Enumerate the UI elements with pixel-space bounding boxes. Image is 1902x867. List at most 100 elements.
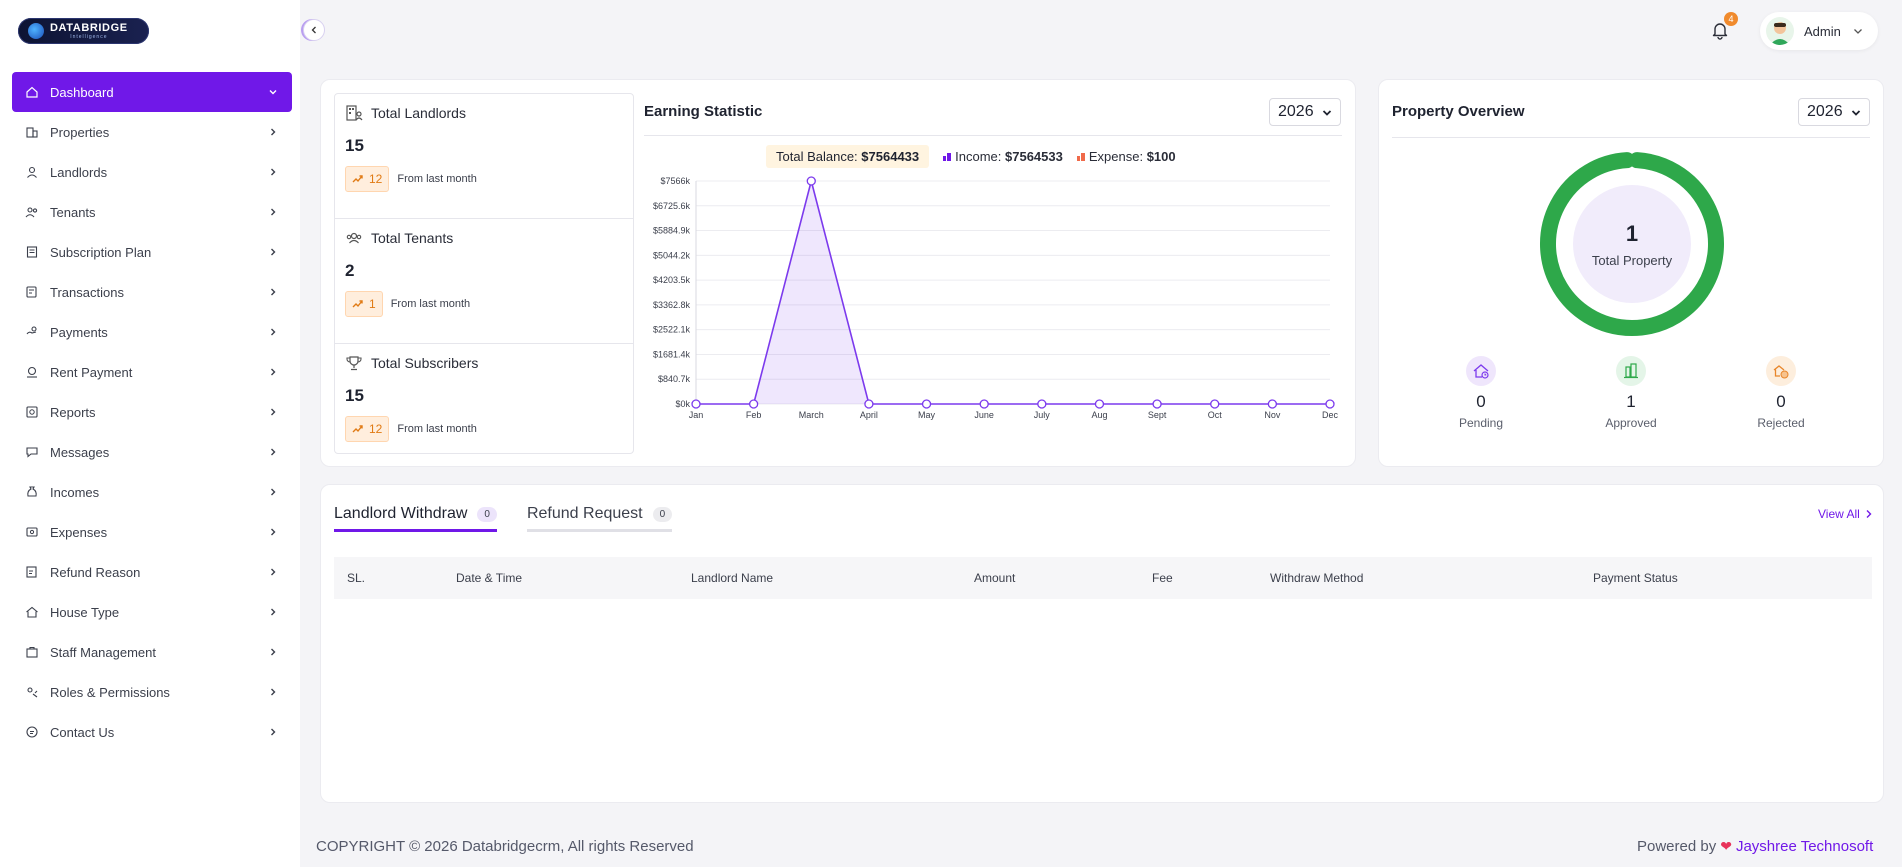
building-user-icon	[345, 104, 363, 122]
expense-bar-icon	[1076, 152, 1085, 161]
sidebar-item-reports[interactable]: Reports	[12, 392, 292, 432]
selected-year: 2026	[1807, 103, 1843, 120]
y-tick-label: $6725.6k	[653, 201, 691, 211]
chevron-down-icon	[1851, 110, 1861, 116]
sidebar-item-label: Tenants	[50, 204, 96, 220]
footer-powered-by: Powered by ❤ Jayshree Technosoft	[1637, 838, 1874, 855]
pending-label: Pending	[1458, 416, 1504, 430]
tab-refund-request[interactable]: Refund Request 0	[526, 505, 673, 532]
roles-icon	[24, 684, 40, 700]
sidebar-item-contact-us[interactable]: Contact Us	[12, 712, 292, 752]
table-header: SL. Date & Time Landlord Name Amount Fee…	[334, 557, 1872, 599]
x-tick-label: Aug	[1091, 410, 1107, 420]
earning-legend: Total Balance: $7564433 Income: $7564533…	[766, 145, 1176, 168]
chevron-down-icon	[1853, 29, 1862, 34]
sidebar-item-rent-payment[interactable]: Rent Payment	[12, 352, 292, 392]
rejected-stat: 0 Rejected	[1731, 356, 1831, 430]
view-all-link[interactable]: View All	[1818, 507, 1874, 521]
sidebar-item-messages[interactable]: Messages	[12, 432, 292, 472]
staff-icon	[24, 644, 40, 660]
sidebar-item-properties[interactable]: Properties	[12, 112, 292, 152]
data-point	[1210, 399, 1220, 409]
house-clock-icon	[1466, 356, 1496, 386]
notifications-button[interactable]: 4	[1710, 12, 1738, 42]
earning-chart: $7566k $6725.6k $5884.9k $5044.2k $4203.5k $3…	[653, 176, 1339, 420]
y-tick-label: $4203.5k	[653, 275, 691, 285]
total-property-label: Total Property	[1591, 252, 1673, 268]
y-tick-label: $5044.2k	[653, 250, 691, 260]
heart-icon: ❤	[1720, 838, 1732, 854]
sidebar-item-label: Reports	[50, 404, 96, 420]
column-header-fee: Fee	[1152, 571, 1173, 585]
user-menu[interactable]: Admin	[1760, 12, 1878, 50]
chevron-right-icon	[268, 287, 278, 297]
stat-total-landlords: Total Landlords 15 12 From last month	[335, 94, 633, 219]
data-point	[1094, 399, 1105, 409]
sidebar-item-transactions[interactable]: Transactions	[12, 272, 292, 312]
brand-logo[interactable]: DATABRIDGE Intelligence	[18, 18, 149, 44]
chevron-right-icon	[268, 487, 278, 497]
data-point	[691, 399, 701, 409]
trophy-icon	[345, 354, 363, 372]
trend-badge: 1	[345, 291, 383, 317]
stat-value: 15	[345, 136, 364, 155]
donut-center: 1 Total Property	[1573, 185, 1691, 303]
sidebar-item-landlords[interactable]: Landlords	[12, 152, 292, 192]
company-link[interactable]: Jayshree Technosoft	[1736, 838, 1873, 855]
sidebar-collapse-button[interactable]	[303, 19, 325, 41]
logo-mark-icon	[28, 23, 44, 39]
sidebar-item-incomes[interactable]: Incomes	[12, 472, 292, 512]
trend-up-icon	[352, 300, 363, 308]
stat-title: Total Landlords	[371, 105, 466, 121]
logo-text: DATABRIDGE	[50, 21, 128, 34]
sidebar-item-staff-management[interactable]: Staff Management	[12, 632, 292, 672]
sidebar-item-subscription-plan[interactable]: Subscription Plan	[12, 232, 292, 272]
chevron-right-icon	[268, 607, 278, 617]
trend-badge: 12	[345, 166, 390, 192]
data-point	[1037, 399, 1047, 409]
column-header-landlord-name: Landlord Name	[691, 571, 774, 585]
sidebar-item-house-type[interactable]: House Type	[12, 592, 292, 632]
sidebar-item-roles-permissions[interactable]: Roles & Permissions	[12, 672, 292, 712]
payments-icon	[24, 324, 40, 340]
y-tick-label: $3362.8k	[653, 300, 691, 310]
y-tick-label: $5884.9k	[653, 226, 691, 236]
earning-year-select[interactable]: 2026	[1269, 98, 1341, 126]
withdraw-tabs: Landlord Withdraw 0 Refund Request 0	[334, 505, 702, 532]
property-divider	[1392, 137, 1870, 138]
notification-badge: 4	[1724, 12, 1738, 26]
tab-count: 0	[477, 506, 497, 522]
tab-landlord-withdraw[interactable]: Landlord Withdraw 0	[334, 505, 497, 532]
chevron-right-icon	[268, 327, 278, 337]
sidebar-item-label: Dashboard	[50, 84, 114, 100]
column-header-amount: Amount	[974, 571, 1016, 585]
data-point	[1267, 399, 1278, 409]
y-tick-label: $840.7k	[658, 374, 691, 384]
trend-text: From last month	[397, 173, 477, 185]
stat-total-subscribers: Total Subscribers 15 12 From last month	[335, 344, 633, 469]
sidebar-item-tenants[interactable]: Tenants	[12, 192, 292, 232]
chevron-right-icon	[268, 567, 278, 577]
logo-subtext: Intelligence	[70, 33, 108, 40]
rejected-label: Rejected	[1757, 416, 1805, 430]
data-point	[979, 399, 989, 409]
sidebar-item-payments[interactable]: Payments	[12, 312, 292, 352]
refund-icon	[24, 564, 40, 580]
stat-total-tenants: Total Tenants 2 1 From last month	[335, 219, 633, 344]
sidebar-item-label: Transactions	[50, 284, 124, 300]
property-year-select[interactable]: 2026	[1798, 98, 1870, 126]
pending-value: 0	[1476, 392, 1486, 411]
column-header-sl: SL.	[347, 571, 366, 585]
sidebar-item-refund-reason[interactable]: Refund Reason	[12, 552, 292, 592]
sidebar-item-label: Roles & Permissions	[50, 684, 170, 700]
column-header-payment-status: Payment Status	[1593, 571, 1678, 585]
sidebar-item-expenses[interactable]: Expenses	[12, 512, 292, 552]
report-icon	[24, 404, 40, 420]
contact-icon	[24, 724, 40, 740]
stat-title: Total Subscribers	[371, 355, 479, 371]
chat-icon	[24, 444, 40, 460]
total-balance: Total Balance: $7564433	[766, 145, 930, 168]
x-tick-label: April	[860, 410, 878, 420]
sidebar-item-dashboard[interactable]: Dashboard	[12, 72, 292, 112]
footer-copyright: COPYRIGHT © 2026 Databridgecrm, All righ…	[316, 838, 694, 855]
